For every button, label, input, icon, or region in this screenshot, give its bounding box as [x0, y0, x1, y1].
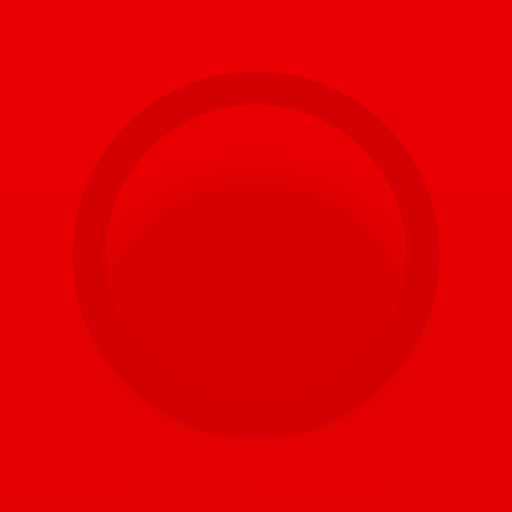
app-icon [0, 0, 512, 512]
ring-logo-icon [0, 0, 512, 512]
ring-shadow [71, 150, 441, 450]
